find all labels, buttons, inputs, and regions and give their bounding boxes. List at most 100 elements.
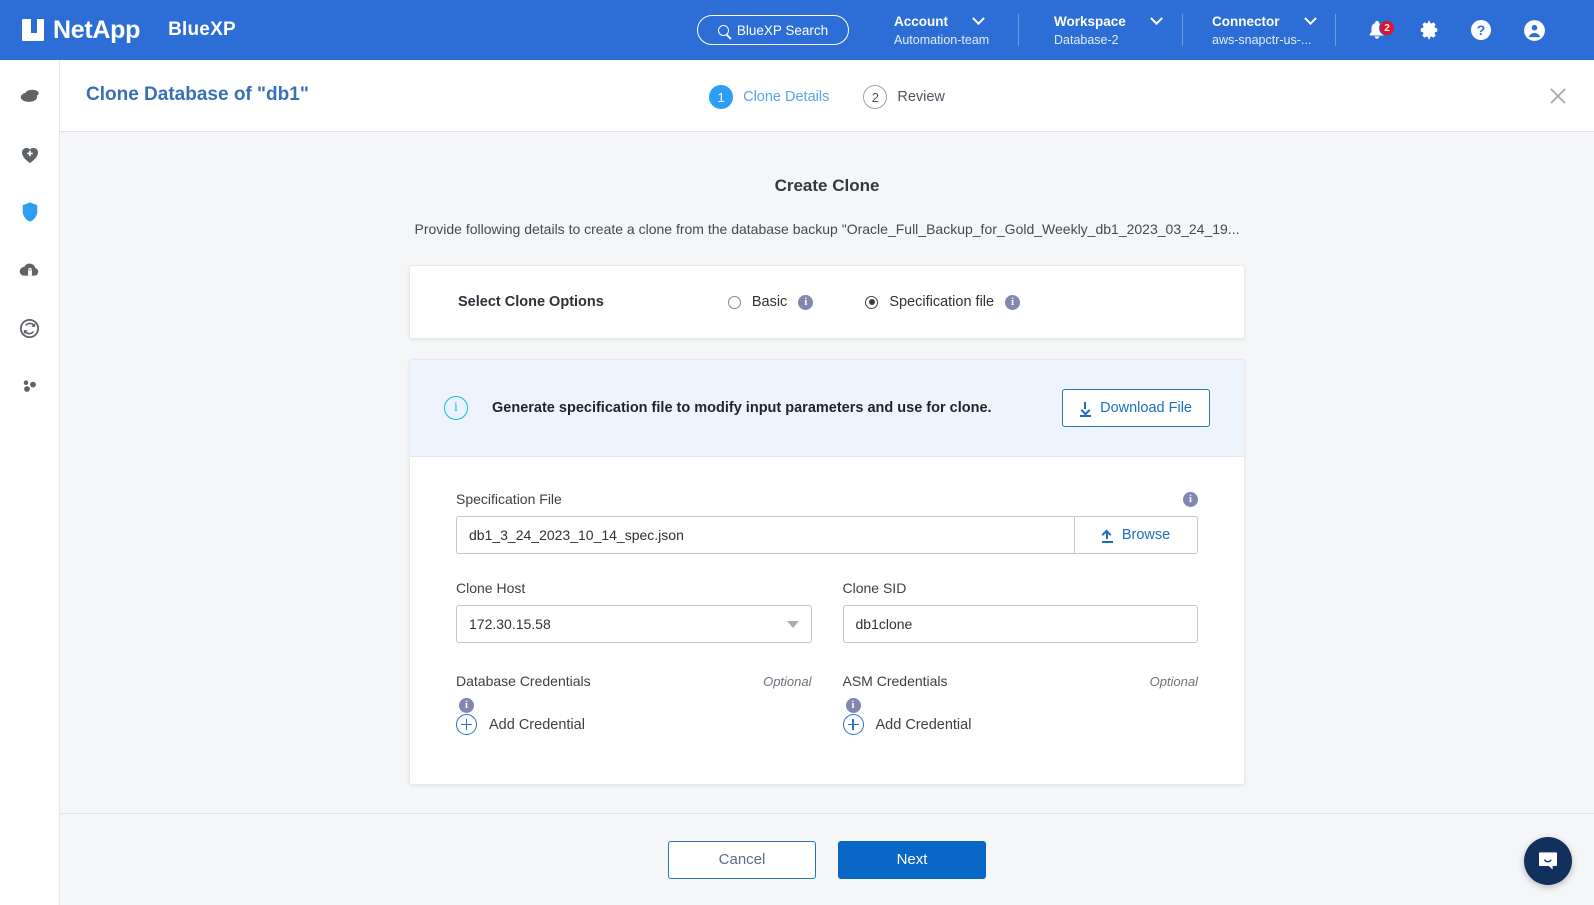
clone-options-radio-group: Basic i Specification file i (728, 294, 1020, 310)
mobility-icon (18, 317, 41, 340)
sidebar-item-canvas[interactable] (6, 78, 54, 114)
extensions-icon (18, 374, 42, 398)
info-icon-database-credentials[interactable]: i (459, 698, 474, 713)
info-icon-asm-credentials[interactable]: i (846, 698, 861, 713)
step-2-label: Review (897, 89, 945, 105)
wizard-subheader: Clone Database of "db1" 1 Clone Details … (60, 60, 1594, 132)
notification-badge: 2 (1379, 20, 1395, 36)
browse-label: Browse (1122, 527, 1170, 543)
asm-credentials-optional-tag: Optional (1150, 674, 1198, 689)
step-review[interactable]: 2 Review (863, 85, 945, 109)
step-1-label: Clone Details (743, 89, 829, 105)
svg-text:?: ? (1477, 22, 1486, 38)
gear-icon (1417, 18, 1441, 42)
specification-file-row: Browse (456, 516, 1198, 554)
clone-sid-label: Clone SID (843, 580, 1199, 596)
sidebar-item-protection[interactable] (6, 194, 54, 230)
download-icon (1080, 402, 1091, 415)
connector-selector[interactable]: Connector aws-snapctr-us-... (1198, 0, 1329, 60)
brand-logo[interactable]: NetApp BlueXP (0, 16, 236, 45)
download-file-label: Download File (1100, 400, 1192, 416)
netapp-logo-icon (22, 19, 44, 41)
clone-sid-field: Clone SID (843, 580, 1199, 643)
account-selector[interactable]: Account Automation-team (880, 0, 1003, 60)
bluexp-search-button[interactable]: BlueXP Search (697, 15, 849, 45)
asm-credentials-actions: i Add Credential (843, 698, 1199, 744)
sidebar-item-mobility[interactable] (6, 310, 54, 346)
health-icon (18, 142, 42, 166)
clone-sid-input[interactable] (843, 605, 1199, 643)
info-circle-icon: i (444, 396, 468, 420)
chevron-down-icon (787, 621, 799, 628)
close-wizard-button[interactable] (1548, 86, 1568, 106)
workspace-selector[interactable]: Workspace Database-2 (1040, 0, 1175, 60)
chevron-down-icon (1150, 12, 1163, 25)
help-icon: ? (1469, 18, 1493, 42)
chevron-down-icon (972, 12, 985, 25)
search-label: BlueXP Search (737, 23, 828, 38)
radio-option-basic[interactable]: Basic i (728, 294, 813, 310)
divider (1335, 14, 1336, 46)
upload-icon (1102, 529, 1113, 542)
clone-details-form: Specification File i Browse Clone Host 1… (410, 457, 1244, 784)
database-credentials-actions: i Add Credential (456, 698, 812, 744)
sidebar-item-extensions[interactable] (6, 368, 54, 404)
cancel-button[interactable]: Cancel (668, 841, 816, 879)
divider (1182, 14, 1183, 46)
user-avatar-icon (1522, 18, 1547, 43)
create-clone-description: Provide following details to create a cl… (60, 221, 1594, 237)
specification-card: i Generate specification file to modify … (409, 359, 1245, 785)
radio-option-specification-file[interactable]: Specification file i (865, 294, 1020, 310)
info-icon-specification-file-field[interactable]: i (1183, 492, 1198, 507)
left-navigation-rail (0, 60, 60, 905)
search-icon (718, 25, 729, 36)
add-database-credential-label: Add Credential (489, 717, 585, 733)
settings-button[interactable] (1405, 0, 1453, 60)
database-credentials-optional-tag: Optional (763, 674, 811, 689)
top-header-bar: NetApp BlueXP BlueXP Search Account Auto… (0, 0, 1594, 60)
radio-specification-file-label: Specification file (889, 294, 994, 310)
database-credentials-field: Database Credentials Optional i Add Cred… (456, 673, 812, 744)
radio-basic-input[interactable] (728, 296, 741, 309)
specification-file-input[interactable] (456, 516, 1074, 554)
specification-file-label: Specification File (456, 491, 562, 507)
chat-support-button[interactable] (1524, 837, 1572, 885)
add-asm-credential-label: Add Credential (876, 717, 972, 733)
wizard-footer: Cancel Next (60, 813, 1594, 905)
asm-credentials-label: ASM Credentials (843, 673, 948, 689)
sidebar-item-health[interactable] (6, 136, 54, 172)
download-file-button[interactable]: Download File (1062, 389, 1210, 427)
wizard-body: Create Clone Provide following details t… (60, 132, 1594, 813)
step-clone-details[interactable]: 1 Clone Details (709, 85, 829, 109)
database-credentials-label: Database Credentials (456, 673, 591, 689)
netapp-wordmark: NetApp (53, 16, 140, 45)
wizard-stepper: 1 Clone Details 2 Review (60, 85, 1594, 109)
connector-value: aws-snapctr-us-... (1212, 33, 1315, 47)
add-asm-credential-button[interactable]: Add Credential (843, 714, 972, 735)
browse-button[interactable]: Browse (1074, 516, 1198, 554)
protection-icon (18, 200, 42, 224)
sidebar-item-governance[interactable] (6, 252, 54, 288)
clone-host-select[interactable]: 172.30.15.58 (456, 605, 812, 643)
step-2-number: 2 (863, 85, 887, 109)
info-icon-specification-file[interactable]: i (1005, 295, 1020, 310)
account-label: Account (894, 14, 948, 29)
plus-circle-icon (456, 714, 477, 735)
notifications-button[interactable]: 2 (1353, 0, 1401, 60)
specification-banner-text: Generate specification file to modify in… (492, 400, 1062, 416)
add-database-credential-button[interactable]: Add Credential (456, 714, 585, 735)
help-button[interactable]: ? (1457, 0, 1505, 60)
account-value: Automation-team (894, 33, 989, 47)
workspace-value: Database-2 (1054, 33, 1161, 47)
specification-info-banner: i Generate specification file to modify … (410, 360, 1244, 457)
radio-basic-label: Basic (752, 294, 787, 310)
radio-specification-file-input[interactable] (865, 296, 878, 309)
info-icon-basic[interactable]: i (798, 295, 813, 310)
credentials-row: Database Credentials Optional i Add Cred… (456, 673, 1198, 744)
specification-file-label-row: Specification File i (456, 491, 1198, 507)
clone-host-field: Clone Host 172.30.15.58 (456, 580, 812, 643)
create-clone-heading: Create Clone (60, 176, 1594, 196)
next-button[interactable]: Next (838, 841, 986, 879)
user-account-button[interactable] (1510, 0, 1558, 60)
plus-circle-icon (843, 714, 864, 735)
